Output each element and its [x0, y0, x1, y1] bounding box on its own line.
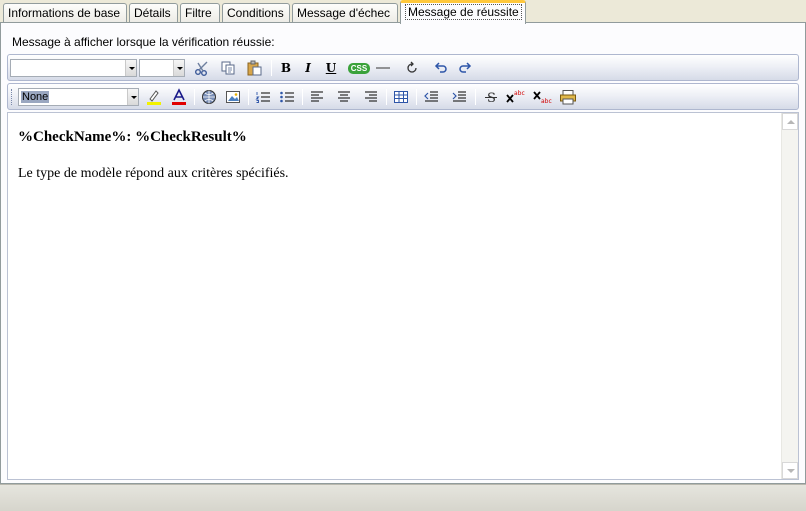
redo-icon [459, 62, 472, 73]
bold-icon: B [280, 61, 292, 75]
tab-label: Informations de base [8, 6, 121, 20]
scroll-down-icon[interactable] [782, 462, 798, 479]
paste-icon [247, 60, 262, 76]
numbered-list-button[interactable] [253, 88, 273, 106]
toolbar-separator [271, 60, 272, 76]
copy-icon [221, 61, 235, 75]
toolbar-separator [194, 89, 195, 105]
align-right-button[interactable] [361, 88, 381, 106]
horizontal-line-icon [376, 67, 390, 69]
tab-filtre[interactable]: Filtre [180, 3, 220, 23]
tab-details[interactable]: Détails [129, 3, 178, 23]
bulleted-list-button[interactable] [277, 88, 297, 106]
tab-label: Détails [134, 6, 171, 20]
toolbar-separator [302, 89, 303, 105]
align-left-icon [311, 91, 323, 102]
refresh-icon [407, 61, 417, 73]
paste-button[interactable] [244, 59, 264, 77]
subscript-icon: abc [533, 91, 552, 105]
underline-icon: U [325, 61, 337, 75]
tab-panel: Message à afficher lorsque la vérificati… [0, 22, 806, 484]
status-bar [0, 484, 806, 511]
table-icon [394, 91, 408, 103]
toolbar-separator [475, 89, 476, 105]
font-color-icon [172, 88, 186, 105]
editor-content[interactable]: %CheckName%: %CheckResult% Le type de mo… [18, 129, 289, 182]
chevron-down-icon[interactable] [127, 89, 138, 105]
superscript-button[interactable]: abc [505, 88, 525, 106]
tab-label: Filtre [185, 6, 212, 20]
undo-button[interactable] [431, 59, 451, 77]
editor-caption: Message à afficher lorsque la vérificati… [12, 35, 275, 49]
font-size-select[interactable] [139, 59, 185, 77]
tab-label: Message d'échec [297, 6, 391, 20]
align-left-button[interactable] [307, 88, 327, 106]
underline-button[interactable]: U [321, 59, 341, 77]
print-button[interactable] [558, 88, 578, 106]
tab-label: Message de réussite [405, 4, 522, 20]
strikethrough-icon: S [485, 91, 497, 105]
bold-button[interactable]: B [276, 59, 296, 77]
insert-link-button[interactable] [199, 88, 219, 106]
refresh-button[interactable] [402, 59, 422, 77]
redo-button[interactable] [455, 59, 475, 77]
cut-button[interactable] [192, 59, 212, 77]
vertical-scrollbar[interactable] [781, 113, 798, 479]
bulleted-list-icon [280, 91, 294, 103]
chevron-down-icon[interactable] [173, 60, 184, 76]
scroll-up-icon[interactable] [782, 113, 798, 130]
highlighter-icon [147, 90, 161, 105]
highlight-color-button[interactable] [144, 88, 164, 106]
toolbar-separator [386, 89, 387, 105]
superscript-icon: abc [506, 90, 525, 103]
printer-icon [560, 90, 576, 105]
insert-table-button[interactable] [391, 88, 411, 106]
italic-button[interactable]: I [298, 59, 318, 77]
tab-message-reussite[interactable]: Message de réussite [400, 0, 526, 24]
message-body[interactable]: Le type de modèle répond aux critères sp… [18, 166, 289, 182]
paragraph-style-select[interactable]: None [18, 88, 139, 106]
toolbar-separator [248, 89, 249, 105]
tab-informations-de-base[interactable]: Informations de base [3, 3, 127, 23]
tab-message-echec[interactable]: Message d'échec [292, 3, 398, 23]
outdent-icon [424, 91, 438, 102]
outdent-button[interactable] [421, 88, 441, 106]
svg-text:abc: abc [541, 98, 552, 105]
toolbar-separator [416, 89, 417, 105]
svg-text:abc: abc [514, 90, 525, 97]
scissors-icon [195, 61, 208, 76]
toolbar-grip[interactable] [11, 89, 14, 105]
paragraph-style-value: None [21, 91, 50, 103]
copy-button[interactable] [218, 59, 238, 77]
font-family-select[interactable] [10, 59, 137, 77]
rich-text-editor[interactable]: %CheckName%: %CheckResult% Le type de mo… [7, 112, 799, 480]
align-right-icon [365, 91, 377, 102]
css-button[interactable]: CSS [347, 59, 371, 77]
message-heading[interactable]: %CheckName%: %CheckResult% [18, 129, 289, 146]
align-center-button[interactable] [334, 88, 354, 106]
undo-icon [434, 62, 447, 73]
formatting-toolbar-2: None S abc abc [7, 83, 799, 110]
css-icon: CSS [347, 62, 371, 74]
tab-strip: Informations de base Détails Filtre Cond… [0, 0, 806, 24]
tab-conditions[interactable]: Conditions [222, 3, 290, 23]
font-color-button[interactable] [169, 88, 189, 106]
indent-button[interactable] [449, 88, 469, 106]
formatting-toolbar-1: B I U CSS [7, 54, 799, 81]
insert-image-button[interactable] [223, 88, 243, 106]
tab-label: Conditions [227, 6, 284, 20]
horizontal-rule-button[interactable] [373, 59, 393, 77]
indent-icon [452, 91, 466, 102]
strikethrough-button[interactable]: S [481, 88, 501, 106]
italic-icon: I [305, 61, 311, 75]
numbered-list-icon [255, 92, 270, 103]
globe-link-icon [202, 90, 216, 104]
align-center-icon [338, 91, 350, 102]
subscript-button[interactable]: abc [532, 88, 552, 106]
chevron-down-icon[interactable] [125, 60, 136, 76]
image-icon [226, 91, 240, 103]
